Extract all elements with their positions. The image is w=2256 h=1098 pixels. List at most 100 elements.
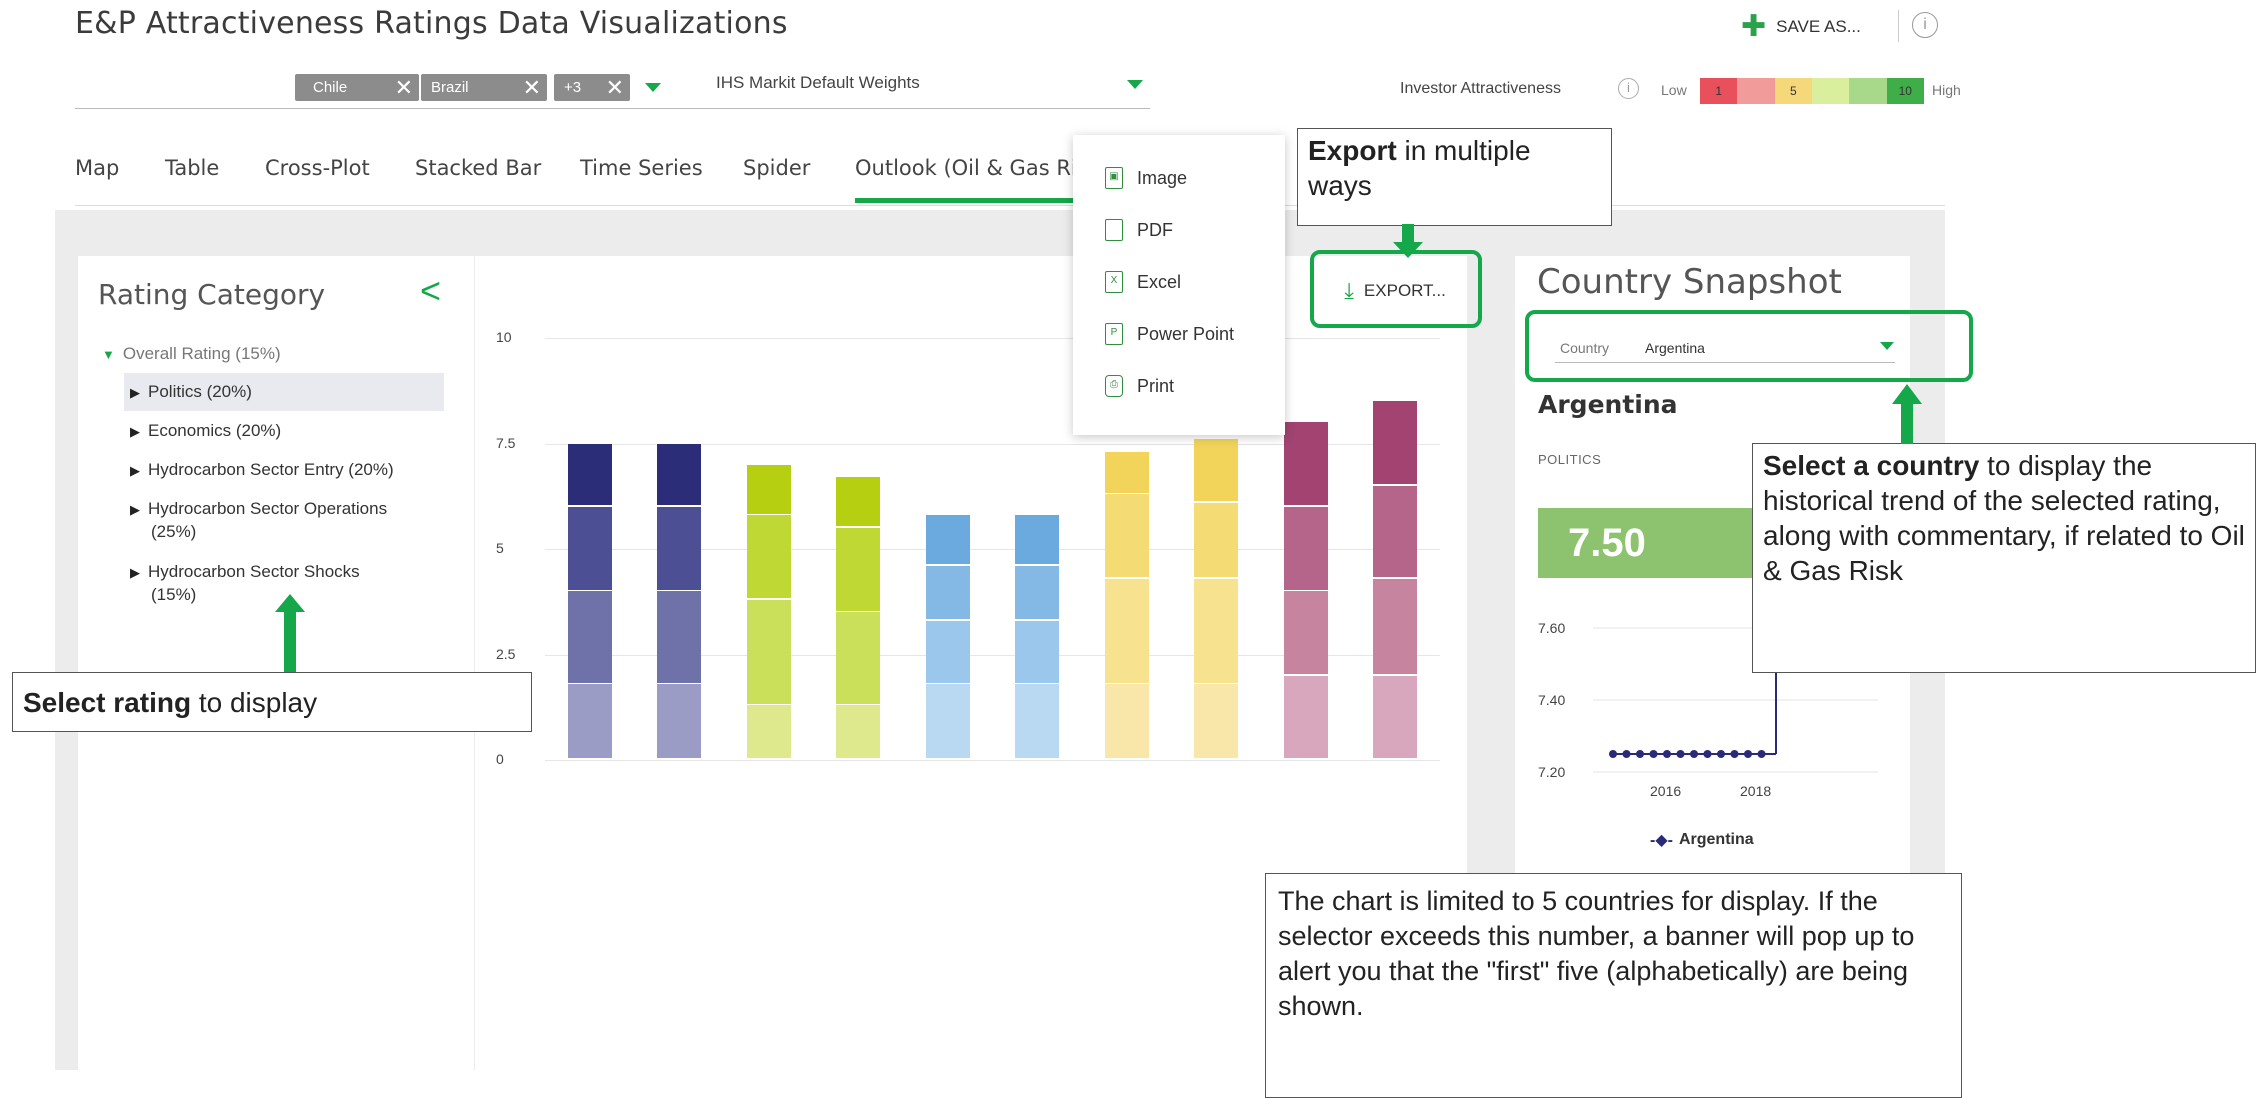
bar-segment[interactable] — [657, 506, 702, 590]
bar-segment[interactable] — [1104, 494, 1149, 578]
bar-segment[interactable] — [1373, 401, 1418, 485]
country-chip-chile[interactable]: Chile ✕ — [295, 74, 419, 101]
series-point[interactable] — [1663, 750, 1671, 758]
tab-time-series[interactable]: Time Series — [580, 156, 703, 180]
bar-segment[interactable] — [1194, 439, 1239, 502]
series-point[interactable] — [1703, 750, 1712, 758]
y-tick-label: 2.5 — [496, 645, 516, 662]
menu-item-pdf[interactable]: PDF — [1105, 219, 1173, 241]
menu-item-excel[interactable]: X Excel — [1105, 271, 1181, 293]
export-callout: Export in multiple ways — [1297, 128, 1612, 226]
header-divider — [1898, 10, 1899, 42]
tree-item-sector-shocks[interactable]: ▶ Hydrocarbon Sector Shocks — [130, 562, 360, 582]
bar-segment[interactable] — [1015, 684, 1060, 759]
series-point[interactable] — [1609, 750, 1617, 758]
bar-segment[interactable] — [925, 565, 970, 620]
bar-segment[interactable] — [1283, 591, 1328, 675]
y-tick-label: 7.40 — [1538, 692, 1565, 708]
bar-segment[interactable] — [746, 515, 791, 599]
weights-select[interactable]: IHS Markit Default Weights — [716, 73, 920, 93]
bar-segment[interactable] — [1283, 506, 1328, 590]
menu-label: PDF — [1137, 219, 1173, 240]
bar-segment[interactable] — [836, 477, 881, 527]
bar-segment[interactable] — [567, 591, 612, 683]
callout-bold: Export — [1308, 135, 1397, 166]
info-icon[interactable]: i — [1912, 12, 1938, 38]
tree-item-economics[interactable]: ▶ Economics (20%) — [130, 421, 281, 441]
tab-cross-plot[interactable]: Cross-Plot — [265, 156, 370, 180]
series-point[interactable] — [1622, 750, 1631, 758]
tab-stacked-bar[interactable]: Stacked Bar — [415, 156, 541, 180]
country-dropdown-icon[interactable] — [645, 83, 661, 92]
bar-segment[interactable] — [746, 464, 791, 514]
menu-item-print[interactable]: ⎙ Print — [1105, 375, 1174, 397]
bar-segment[interactable] — [746, 705, 791, 759]
bar-segment[interactable] — [836, 527, 881, 611]
info-icon[interactable]: i — [1618, 78, 1639, 99]
bar-segment[interactable] — [1373, 578, 1418, 675]
country-arrow-icon — [1892, 384, 1922, 444]
series-point[interactable] — [1676, 750, 1685, 758]
series-point[interactable] — [1649, 750, 1658, 758]
active-tab-indicator — [855, 198, 1095, 203]
excel-icon: X — [1105, 271, 1123, 293]
tree-item-label: Overall Rating (15%) — [122, 344, 281, 363]
bar-segment[interactable] — [1015, 565, 1060, 620]
bar-segment[interactable] — [657, 443, 702, 506]
tab-outlook[interactable]: Outlook (Oil & Gas Ris — [855, 156, 1088, 180]
tab-spider[interactable]: Spider — [743, 156, 810, 180]
bar-segment[interactable] — [1104, 578, 1149, 683]
menu-item-image[interactable]: ▣ Image — [1105, 167, 1187, 189]
tree-item-politics[interactable]: ▶ Politics (20%) — [130, 382, 252, 402]
bar-segment[interactable] — [657, 684, 702, 759]
bar-segment[interactable] — [657, 591, 702, 683]
bar-segment[interactable] — [836, 705, 881, 759]
scale-cell: 10 — [1886, 78, 1924, 104]
country-chip-more[interactable]: +3 ✕ — [554, 74, 630, 101]
close-icon[interactable]: ✕ — [606, 74, 624, 101]
bar-segment[interactable] — [836, 612, 881, 704]
save-as-button[interactable]: ✚ SAVE AS... — [1741, 10, 1861, 44]
bar-segment[interactable] — [1104, 684, 1149, 759]
series-point[interactable] — [1636, 750, 1644, 758]
scale-high-label: High — [1932, 82, 1961, 98]
tree-item-sector-entry[interactable]: ▶ Hydrocarbon Sector Entry (20%) — [130, 460, 394, 480]
bar-segment[interactable] — [1104, 451, 1149, 493]
bar-segment[interactable] — [925, 515, 970, 565]
close-icon[interactable]: ✕ — [395, 74, 413, 101]
bar-segment[interactable] — [746, 599, 791, 704]
series-point[interactable] — [1690, 750, 1698, 758]
tree-item-overall[interactable]: ▼ Overall Rating (15%) — [102, 344, 281, 364]
bar-segment[interactable] — [567, 443, 612, 506]
bar-segment[interactable] — [1373, 485, 1418, 578]
bar-segment[interactable] — [1015, 515, 1060, 565]
callout-text: to display — [191, 687, 318, 718]
image-icon: ▣ — [1105, 167, 1123, 189]
tab-map[interactable]: Map — [75, 156, 119, 180]
menu-item-powerpoint[interactable]: P Power Point — [1105, 323, 1234, 345]
bar-segment[interactable] — [925, 684, 970, 759]
bar-segment[interactable] — [925, 620, 970, 683]
bar-segment[interactable] — [567, 506, 612, 590]
series-point[interactable] — [1717, 750, 1725, 758]
bar-segment[interactable] — [1194, 578, 1239, 683]
bar-segment[interactable] — [1194, 502, 1239, 578]
legend-marker-icon: -◆- — [1650, 832, 1673, 849]
bar-segment[interactable] — [1283, 422, 1328, 506]
bar-segment[interactable] — [1283, 675, 1328, 759]
weights-dropdown-icon[interactable] — [1127, 80, 1143, 89]
country-chip-brazil[interactable]: Brazil ✕ — [421, 74, 547, 101]
tree-item-sector-operations[interactable]: ▶ Hydrocarbon Sector Operations — [130, 499, 387, 519]
bar-segment[interactable] — [1194, 684, 1239, 759]
bar-segment[interactable] — [567, 684, 612, 759]
close-icon[interactable]: ✕ — [523, 74, 541, 101]
export-menu: ▣ Image PDF X Excel P Power Point ⎙ Print — [1073, 135, 1285, 435]
series-point[interactable] — [1744, 750, 1752, 758]
collapse-chevron-icon[interactable]: < — [420, 270, 441, 312]
bar-segment[interactable] — [1015, 620, 1060, 683]
bar-segment[interactable] — [1373, 675, 1418, 759]
tab-table[interactable]: Table — [165, 156, 219, 180]
chart-gridline — [545, 338, 1440, 339]
series-point[interactable] — [1757, 750, 1766, 758]
series-point[interactable] — [1730, 750, 1739, 758]
